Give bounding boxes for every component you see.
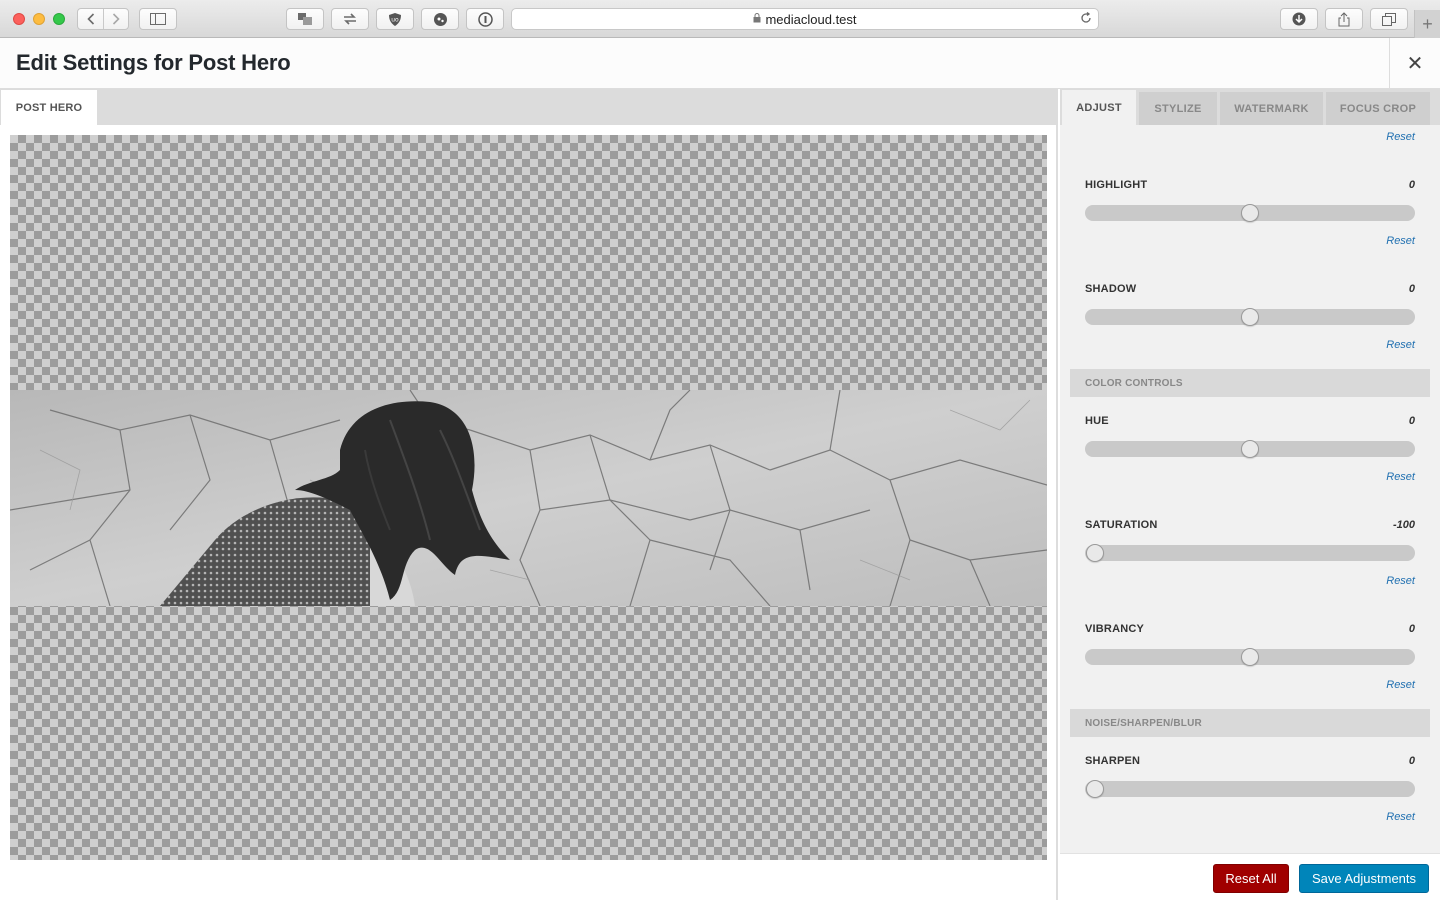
page-title: Edit Settings for Post Hero [16,50,291,75]
saturation-label: SATURATION [1085,519,1158,531]
color-controls-header: COLOR CONTROLS [1070,369,1430,397]
hue-label: HUE [1085,415,1109,427]
lock-icon [753,12,761,26]
extension-translate-icon[interactable] [286,8,324,30]
vibrancy-slider[interactable] [1085,648,1415,666]
settings-tabs: ADJUST STYLIZE WATERMARK FOCUS CROP [1060,89,1440,125]
history-nav [77,8,129,30]
extension-swap-icon[interactable] [331,8,369,30]
tab-stylize[interactable]: STYLIZE [1139,92,1217,125]
sharpen-label: SHARPEN [1085,755,1141,767]
svg-text:uo: uo [391,16,399,23]
noise-sharpen-blur-header: NOISE/SHARPEN/BLUR [1070,709,1430,737]
saturation-slider-handle[interactable] [1086,544,1104,562]
share-icon[interactable] [1325,8,1363,30]
saturation-slider[interactable] [1085,544,1415,562]
saturation-value: -100 [1392,519,1415,531]
sharpen-reset-link[interactable]: Reset [1386,811,1415,823]
sidebar-icon[interactable] [139,8,177,30]
adjust-panel: Reset HIGHLIGHT 0 Reset SHADOW 0 Reset C… [1060,125,1440,853]
sharpen-slider-handle[interactable] [1086,780,1104,798]
hue-reset-link[interactable]: Reset [1386,471,1415,483]
sharpen-slider[interactable] [1085,780,1415,798]
password-manager-icon[interactable] [466,8,504,30]
reload-icon[interactable] [1080,11,1092,27]
modal-header: Edit Settings for Post Hero ✕ [0,38,1440,89]
sharpen-value: 0 [1408,755,1415,767]
vibrancy-value: 0 [1408,623,1415,635]
tab-adjust[interactable]: ADJUST [1062,90,1136,125]
vibrancy-label: VIBRANCY [1085,623,1145,635]
highlight-value: 0 [1408,179,1415,191]
highlight-label: HIGHLIGHT [1085,179,1148,191]
chevron-right-icon[interactable] [103,9,128,29]
highlight-reset-link[interactable]: Reset [1386,235,1415,247]
tab-post-hero[interactable]: POST HERO [1,90,97,125]
window-minimize-button[interactable] [33,13,45,25]
shadow-slider[interactable] [1085,308,1415,326]
shadow-reset-link[interactable]: Reset [1386,339,1415,351]
window-close-button[interactable] [13,13,25,25]
shadow-value: 0 [1408,283,1415,295]
reset-link[interactable]: Reset [1386,131,1415,143]
vibrancy-reset-link[interactable]: Reset [1386,679,1415,691]
address-bar[interactable]: mediacloud.test [511,8,1099,30]
panel-footer: Reset All Save Adjustments [1060,853,1440,900]
hue-slider[interactable] [1085,440,1415,458]
close-icon[interactable]: ✕ [1389,38,1440,88]
hero-image-preview[interactable] [10,390,1047,606]
reset-all-button[interactable]: Reset All [1213,864,1289,893]
url-text: mediacloud.test [765,11,857,27]
shadow-label: SHADOW [1085,283,1137,295]
preview-area [0,125,1058,900]
chevron-left-icon[interactable] [78,9,103,29]
highlight-slider[interactable] [1085,204,1415,222]
saturation-reset-link[interactable]: Reset [1386,575,1415,587]
hue-slider-handle[interactable] [1241,440,1259,458]
ublock-shield-icon[interactable]: uo [376,8,414,30]
window-maximize-button[interactable] [53,13,65,25]
save-adjustments-button[interactable]: Save Adjustments [1299,864,1429,893]
tabs-icon[interactable] [1370,8,1408,30]
hue-value: 0 [1408,415,1415,427]
shadow-slider-handle[interactable] [1241,308,1259,326]
image-size-tabs: POST HERO [0,89,1058,125]
tab-watermark[interactable]: WATERMARK [1220,92,1323,125]
browser-toolbar: uo mediacloud.test + [0,0,1440,38]
vibrancy-slider-handle[interactable] [1241,648,1259,666]
highlight-slider-handle[interactable] [1241,204,1259,222]
tab-focus-crop[interactable]: FOCUS CROP [1326,92,1430,125]
transparency-checkerboard [10,135,1047,860]
plus-icon[interactable]: + [1414,10,1440,38]
download-icon[interactable] [1280,8,1318,30]
extension-bug-icon[interactable] [421,8,459,30]
